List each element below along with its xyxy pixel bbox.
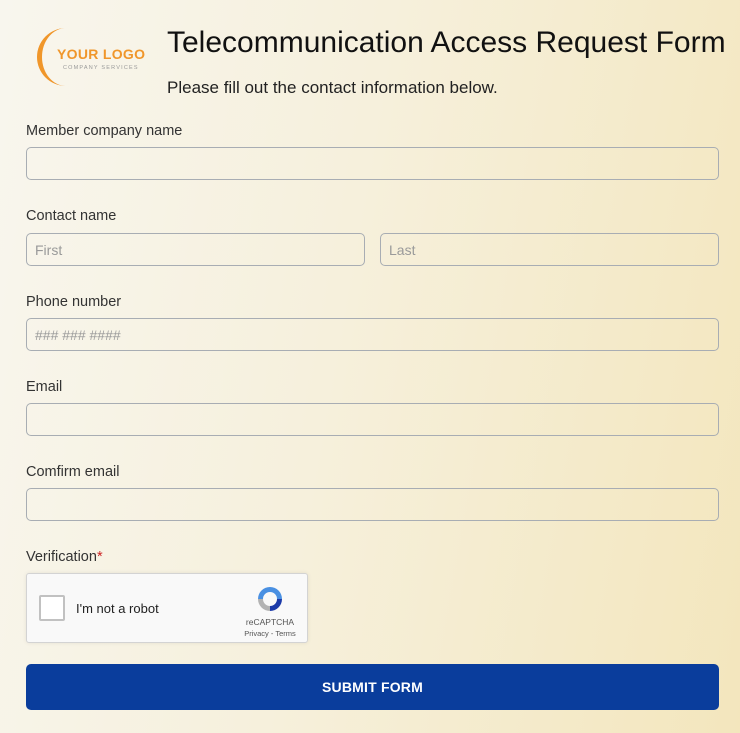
confirm-email-input[interactable] (26, 488, 719, 521)
captcha-text: I'm not a robot (76, 601, 159, 616)
recaptcha-widget: I'm not a robot reCAPTCHA Privacy - Term… (26, 573, 308, 643)
member-company-input[interactable] (26, 147, 719, 180)
email-input[interactable] (26, 403, 719, 436)
phone-label: Phone number (26, 294, 122, 310)
recaptcha-icon (258, 587, 282, 611)
member-company-label: Member company name (26, 123, 183, 139)
contact-name-label: Contact name (26, 208, 117, 224)
email-label: Email (26, 379, 63, 395)
last-name-input[interactable] (380, 233, 719, 266)
captcha-terms-link[interactable]: Privacy - Terms (235, 629, 305, 638)
confirm-email-label: Comfirm email (26, 464, 120, 480)
page-subtitle: Please fill out the contact information … (167, 78, 498, 97)
logo-subtext: COMPANY SERVICES (63, 65, 139, 71)
captcha-checkbox[interactable] (39, 595, 65, 621)
phone-input[interactable] (26, 318, 719, 351)
required-mark: * (96, 549, 103, 565)
page-title: Telecommunication Access Request Form (167, 26, 726, 59)
verification-label: Verification* (26, 549, 103, 565)
verification-label-text: Verification (26, 549, 97, 565)
first-name-input[interactable] (26, 233, 365, 266)
company-logo: YOUR LOGO COMPANY SERVICES (32, 24, 162, 90)
submit-form-button[interactable]: SUBMIT FORM (26, 664, 719, 710)
captcha-brand: reCAPTCHA (245, 617, 295, 627)
logo-text: YOUR LOGO (57, 46, 146, 62)
